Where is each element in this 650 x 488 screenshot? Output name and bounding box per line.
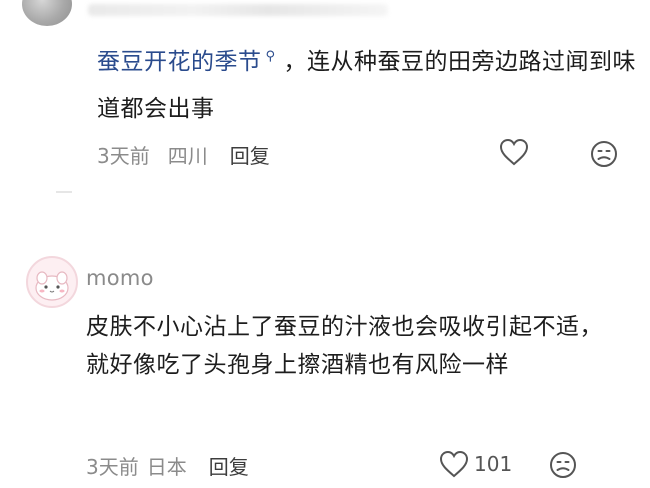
search-icon[interactable]: ⚲ [266, 49, 276, 64]
comment-2-text: 皮肤不小心沾上了蚕豆的汁液也会吸收引起不适，就好像吃了头孢身上擦酒精也有风险一样 [86, 314, 603, 378]
like-count: 101 [474, 452, 513, 476]
comment-1-time: 3天前 [97, 144, 150, 168]
comment-1-location: 四川 [167, 144, 208, 168]
heart-icon[interactable] [498, 137, 530, 167]
topic-link[interactable]: 蚕豆开花的季节 [97, 49, 262, 75]
comment-2-reply-button[interactable]: 回复 [209, 455, 249, 479]
username[interactable]: momo [86, 266, 154, 290]
comment-2-time: 3天前 [86, 455, 139, 479]
comment-1-reply-button[interactable]: 回复 [230, 144, 270, 168]
comment-1-meta: 3天前 四川 回复 [97, 140, 270, 169]
sad-face-icon[interactable] [548, 450, 578, 480]
blurred-avatar[interactable] [22, 0, 72, 26]
comment-2-location: 日本 [146, 455, 187, 479]
avatar[interactable] [26, 256, 78, 308]
comment-1-text: 蚕豆开花的季节 ⚲ ，连从种蚕豆的田旁边路过闻到味道都会出事 [97, 33, 637, 133]
heart-icon[interactable] [438, 449, 470, 479]
sad-face-icon[interactable] [589, 139, 619, 169]
comment-2-meta: 3天前 日本 回复 [86, 451, 249, 480]
blurred-username [88, 4, 388, 16]
divider [56, 191, 72, 193]
